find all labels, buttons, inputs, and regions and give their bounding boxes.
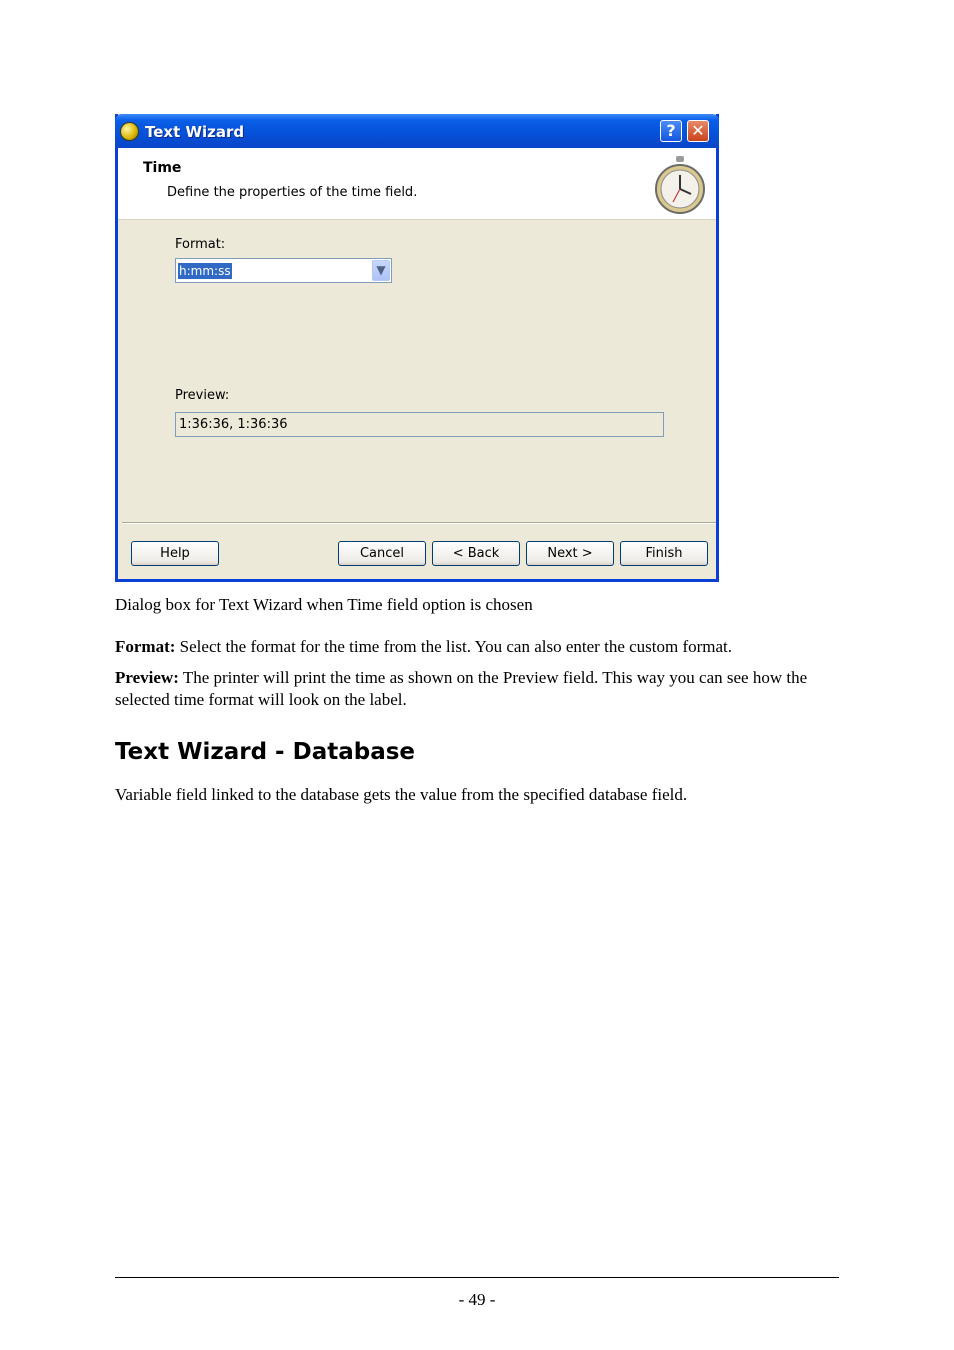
format-description: Select the format for the time from the … [175,637,733,656]
preview-paragraph: Preview: The printer will print the time… [115,667,825,711]
app-icon [120,122,139,141]
format-paragraph: Format: Select the format for the time f… [115,636,732,658]
preview-label: Preview: [175,388,230,403]
format-term: Format: [115,637,176,656]
dialog-title: Text Wizard [145,123,245,141]
cancel-button[interactable]: Cancel [338,541,426,566]
footer-rule [115,1277,839,1278]
wizard-header: Time Define the properties of the time f… [118,148,716,220]
figure-caption: Dialog box for Text Wizard when Time fie… [115,595,533,614]
preview-value: 1:36:36, 1:36:36 [179,417,288,432]
format-label: Format: [175,237,226,252]
preview-description: The printer will print the time as shown… [115,668,808,709]
next-button[interactable]: Next > [526,541,614,566]
help-button[interactable]: Help [131,541,219,566]
step-description: Define the properties of the time field. [167,185,418,200]
finish-button[interactable]: Finish [620,541,708,566]
database-paragraph: Variable field linked to the database ge… [115,785,688,804]
close-button[interactable]: ✕ [687,120,709,142]
help-title-button[interactable]: ? [660,120,682,142]
stopwatch-crown [676,156,684,162]
button-separator [122,522,716,524]
preview-term: Preview: [115,668,179,687]
back-button[interactable]: < Back [432,541,520,566]
page-number: - 49 - [458,1290,496,1309]
chevron-down-icon[interactable]: ▼ [372,260,390,281]
step-title: Time [143,160,182,176]
text-wizard-dialog: Text Wizard ? ✕ Time Define the properti… [115,114,719,582]
title-bar[interactable]: Text Wizard ? ✕ [115,114,719,148]
format-combobox[interactable]: h:mm:ss ▼ [175,258,392,283]
section-heading: Text Wizard - Database [115,739,415,765]
format-value[interactable]: h:mm:ss [178,263,232,279]
preview-field: 1:36:36, 1:36:36 [175,412,664,437]
stopwatch-icon [655,156,705,214]
